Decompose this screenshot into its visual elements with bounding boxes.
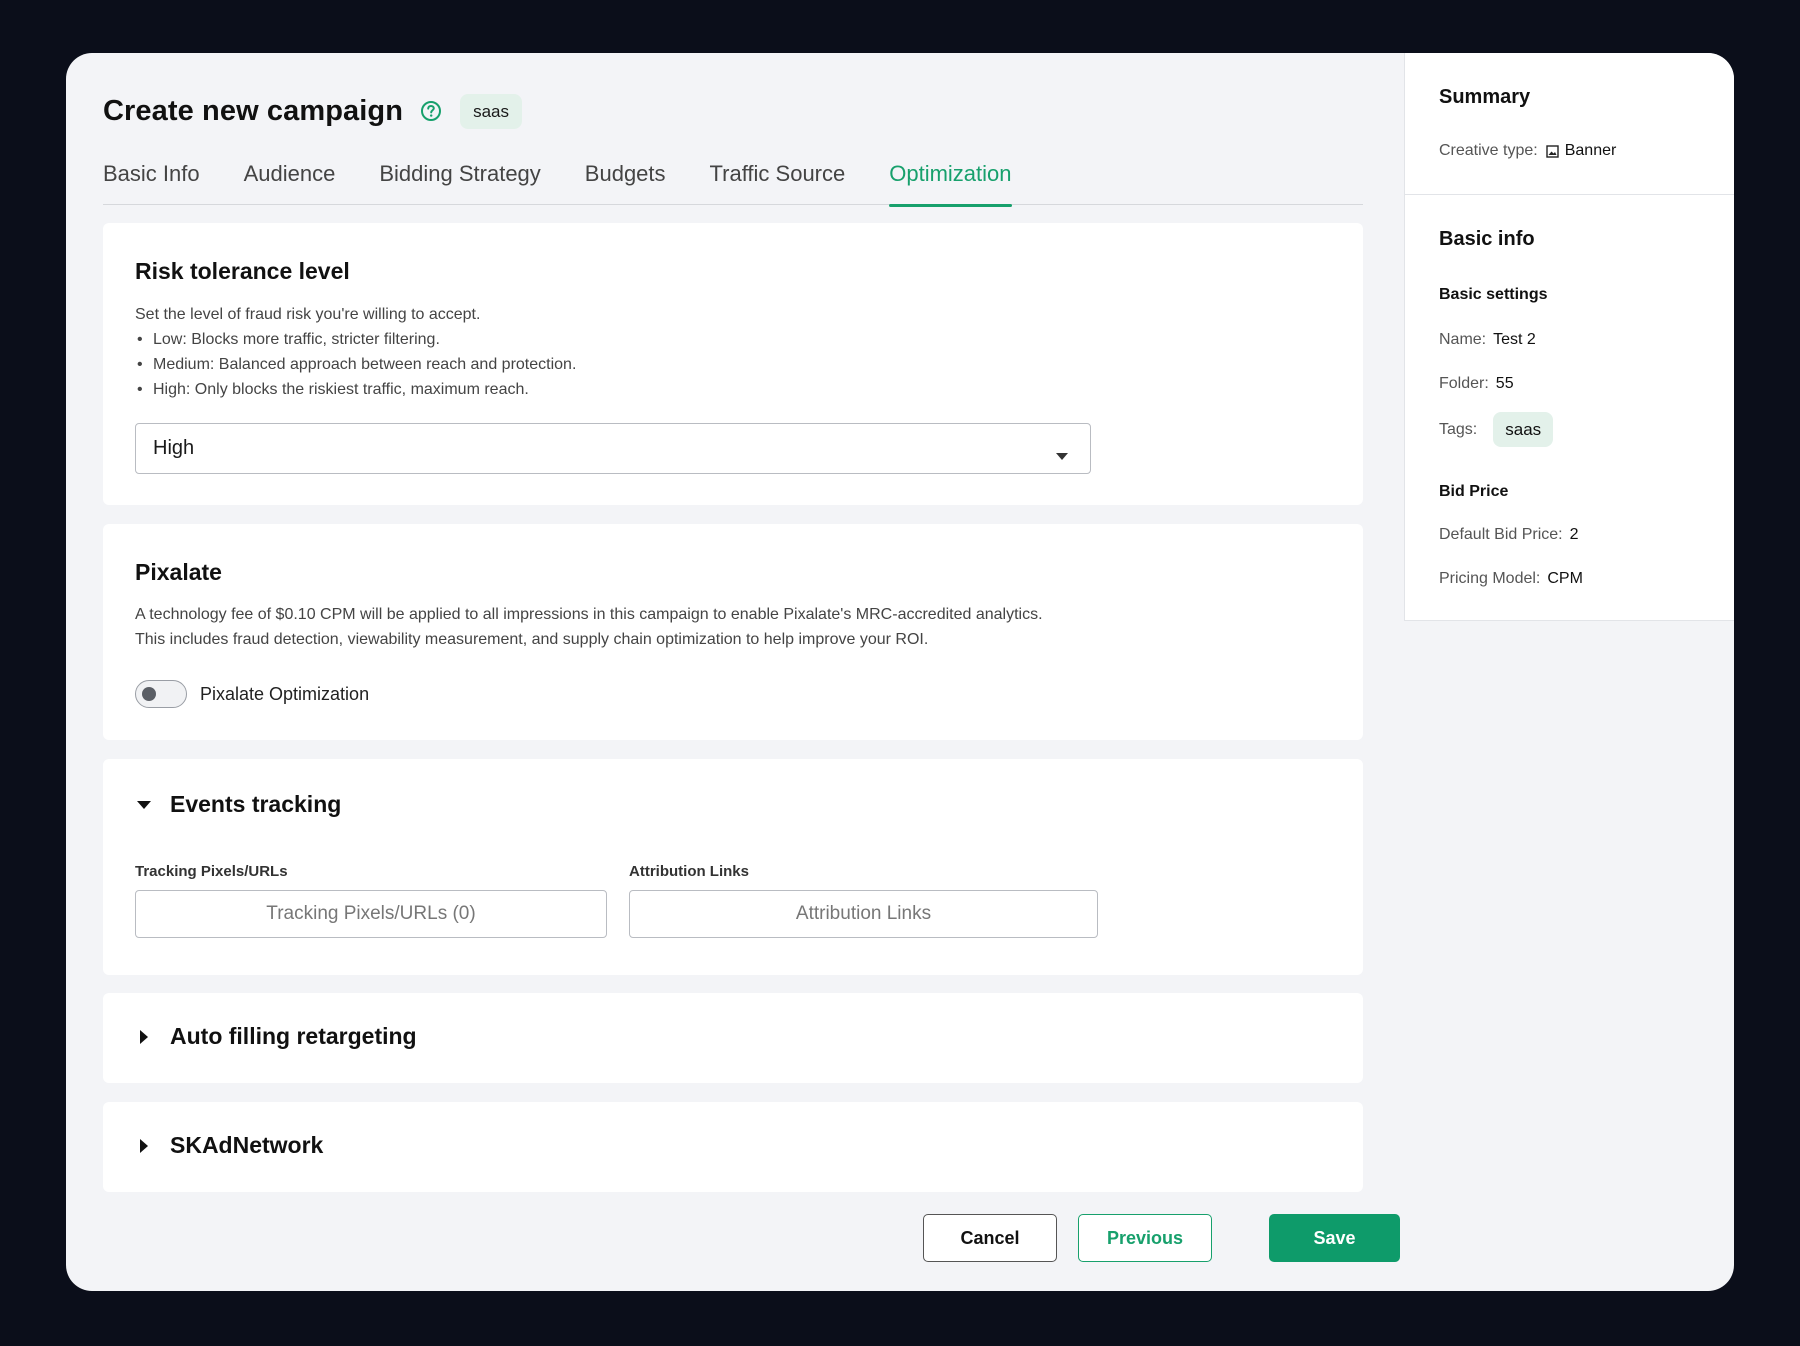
folder-label: Folder: <box>1439 375 1489 392</box>
summary-sidebar: Summary Creative type: Banner Basic info… <box>1404 53 1734 621</box>
pixalate-optimization-toggle[interactable] <box>135 680 187 708</box>
risk-intro: Set the level of fraud risk you're willi… <box>135 306 481 323</box>
risk-description: Set the level of fraud risk you're willi… <box>135 302 576 402</box>
creative-type-row: Creative type: Banner <box>1439 142 1616 160</box>
pixalate-card: Pixalate A technology fee of $0.10 CPM w… <box>103 524 1363 740</box>
risk-bullet-low: Low: Blocks more traffic, stricter filte… <box>135 327 576 352</box>
page-title: Create new campaign <box>103 94 404 127</box>
pricing-model-label: Pricing Model: <box>1439 570 1541 587</box>
main-panel: Create new campaign saas Basic Info Audi… <box>103 53 1400 1291</box>
name-label: Name: <box>1439 331 1487 348</box>
summary-title: Summary <box>1439 86 1531 108</box>
attribution-links-button[interactable]: Attribution Links <box>629 890 1098 938</box>
save-button[interactable]: Save <box>1269 1214 1400 1262</box>
auto-retargeting-card: Auto filling retargeting <box>103 993 1363 1083</box>
caret-down-icon <box>1056 444 1068 460</box>
cancel-button[interactable]: Cancel <box>923 1214 1057 1262</box>
triangle-down-icon <box>135 796 153 814</box>
name-row: Name: Test 2 <box>1439 331 1536 349</box>
tab-bidding-strategy[interactable]: Bidding Strategy <box>379 157 540 205</box>
pricing-model-row: Pricing Model: CPM <box>1439 570 1583 588</box>
tab-budgets[interactable]: Budgets <box>585 157 666 205</box>
auto-retargeting-title: Auto filling retargeting <box>170 1023 417 1049</box>
risk-tolerance-card: Risk tolerance level Set the level of fr… <box>103 223 1363 505</box>
creative-type-label: Creative type: <box>1439 142 1538 159</box>
folder-value: 55 <box>1495 375 1514 392</box>
default-bid-row: Default Bid Price: 2 <box>1439 526 1579 544</box>
step-tabs: Basic Info Audience Bidding Strategy Bud… <box>103 157 1363 207</box>
events-tracking-title: Events tracking <box>170 791 342 817</box>
skadnetwork-card: SKAdNetwork <box>103 1102 1363 1192</box>
events-tracking-header[interactable]: Events tracking <box>135 791 341 818</box>
events-tracking-card: Events tracking Tracking Pixels/URLs Tra… <box>103 759 1363 975</box>
skadnetwork-header[interactable]: SKAdNetwork <box>135 1132 323 1159</box>
risk-level-value: High <box>153 437 195 459</box>
tab-audience[interactable]: Audience <box>244 157 336 205</box>
default-bid-value: 2 <box>1569 526 1579 543</box>
pixalate-description: A technology fee of $0.10 CPM will be ap… <box>135 602 1043 652</box>
auto-retargeting-header[interactable]: Auto filling retargeting <box>135 1023 417 1050</box>
pixalate-toggle-row: Pixalate Optimization <box>135 680 369 708</box>
default-bid-label: Default Bid Price: <box>1439 526 1563 543</box>
pricing-model-value: CPM <box>1547 570 1583 587</box>
bid-price-title: Bid Price <box>1439 483 1509 500</box>
attribution-links-label: Attribution Links <box>629 863 749 880</box>
risk-tolerance-title: Risk tolerance level <box>135 258 350 284</box>
tab-traffic-source[interactable]: Traffic Source <box>710 157 846 205</box>
page-header: Create new campaign saas <box>103 91 522 131</box>
tracking-pixels-label: Tracking Pixels/URLs <box>135 863 288 880</box>
summary-top-block: Summary Creative type: Banner <box>1404 53 1734 195</box>
tracking-pixels-button[interactable]: Tracking Pixels/URLs (0) <box>135 890 607 938</box>
campaign-tag-badge: saas <box>460 93 522 129</box>
pixalate-line-1: A technology fee of $0.10 CPM will be ap… <box>135 606 1043 623</box>
basic-settings-title: Basic settings <box>1439 286 1548 303</box>
toggle-knob <box>142 687 156 701</box>
pixalate-toggle-label: Pixalate Optimization <box>200 683 370 704</box>
pixalate-line-2: This includes fraud detection, viewabili… <box>135 631 929 648</box>
tags-label: Tags: <box>1439 420 1478 438</box>
risk-bullet-medium: Medium: Balanced approach between reach … <box>135 352 576 377</box>
triangle-right-icon <box>135 1137 153 1155</box>
creative-type-value: Banner <box>1564 142 1617 159</box>
tab-basic-info[interactable]: Basic Info <box>103 157 200 205</box>
risk-bullet-high: High: Only blocks the riskiest traffic, … <box>135 377 576 402</box>
tags-row: Tags: saas <box>1439 412 1554 447</box>
summary-tag-badge: saas <box>1493 412 1554 447</box>
pixalate-title: Pixalate <box>135 559 222 585</box>
risk-bullets: Low: Blocks more traffic, stricter filte… <box>135 327 576 402</box>
name-value: Test 2 <box>1493 331 1536 348</box>
triangle-right-icon <box>135 1028 153 1046</box>
risk-level-select[interactable]: High <box>135 423 1091 474</box>
campaign-window: Create new campaign saas Basic Info Audi… <box>66 53 1734 1291</box>
help-circle-icon[interactable] <box>420 100 442 122</box>
basic-info-title: Basic info <box>1439 228 1535 250</box>
tab-optimization[interactable]: Optimization <box>889 157 1012 207</box>
image-icon <box>1546 144 1559 158</box>
summary-basic-info-block: Basic info Basic settings Name: Test 2 F… <box>1404 195 1734 621</box>
folder-row: Folder: 55 <box>1439 375 1514 393</box>
skadnetwork-title: SKAdNetwork <box>170 1132 324 1158</box>
previous-button[interactable]: Previous <box>1078 1214 1212 1262</box>
